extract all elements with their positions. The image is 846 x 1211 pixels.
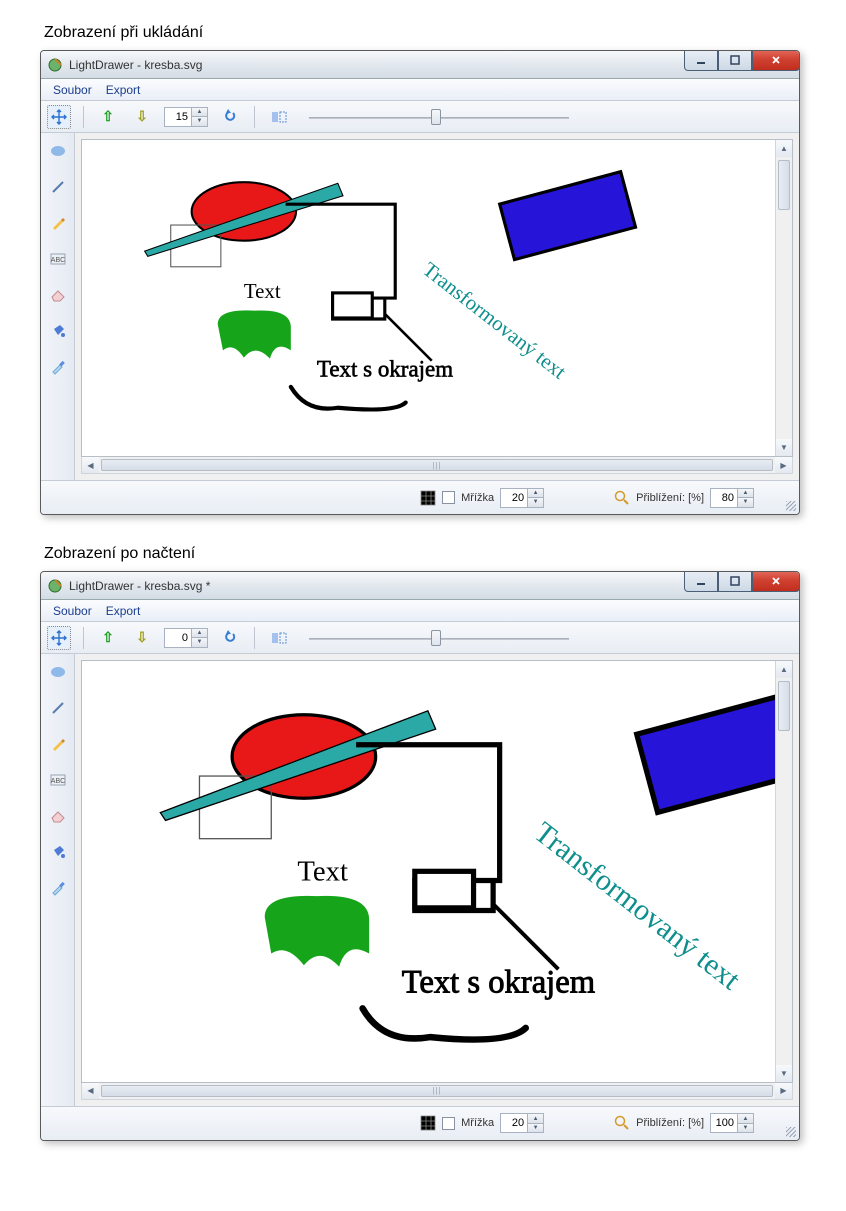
- move-icon[interactable]: [47, 626, 71, 650]
- window-saving: LightDrawer - kresba.svg Soubor Export ⇧…: [40, 50, 800, 515]
- vertical-scrollbar[interactable]: ▲▼: [775, 661, 792, 1082]
- spinner-down[interactable]: ▼: [192, 638, 207, 647]
- layer-spinner[interactable]: ▲▼: [164, 107, 208, 127]
- pencil-icon[interactable]: [46, 732, 70, 756]
- canvas[interactable]: Text Text s okrajem Transformovaný text …: [81, 660, 793, 1083]
- layer-spinner-input[interactable]: [165, 629, 191, 647]
- spinner-up[interactable]: ▲: [192, 108, 207, 118]
- magnifier-icon: [614, 490, 630, 506]
- move-icon[interactable]: [47, 105, 71, 129]
- flip-icon[interactable]: [267, 105, 291, 129]
- vertical-scrollbar[interactable]: ▲▼: [775, 140, 792, 456]
- window-title: LightDrawer - kresba.svg: [69, 58, 202, 72]
- menubar: Soubor Export: [41, 79, 799, 101]
- spinner-up[interactable]: ▲: [192, 629, 207, 639]
- maximize-button[interactable]: [718, 50, 752, 71]
- undo-icon[interactable]: [218, 105, 242, 129]
- bucket-icon[interactable]: [46, 319, 70, 343]
- resize-grip[interactable]: [783, 498, 797, 512]
- line-icon[interactable]: [46, 696, 70, 720]
- bucket-icon[interactable]: [46, 840, 70, 864]
- undo-icon[interactable]: [218, 626, 242, 650]
- canvas-text-border: Text s okrajem: [317, 356, 453, 381]
- window-title: LightDrawer - kresba.svg *: [69, 579, 210, 593]
- blob-icon[interactable]: [46, 139, 70, 163]
- flip-icon[interactable]: [267, 626, 291, 650]
- grid-label: Mřížka: [461, 492, 494, 504]
- menu-file[interactable]: Soubor: [47, 81, 98, 99]
- spinner-down[interactable]: ▼: [192, 117, 207, 126]
- blob-icon[interactable]: [46, 660, 70, 684]
- menu-file[interactable]: Soubor: [47, 602, 98, 620]
- minimize-button[interactable]: [684, 571, 718, 592]
- eraser-icon[interactable]: [46, 283, 70, 307]
- pencil-icon[interactable]: [46, 211, 70, 235]
- canvas[interactable]: Text Text s okrajem Transformovaný text …: [81, 139, 793, 457]
- app-icon: [47, 578, 63, 594]
- arrow-up-icon[interactable]: ⇧: [96, 105, 120, 129]
- dropper-icon[interactable]: [46, 355, 70, 379]
- eraser-icon[interactable]: [46, 804, 70, 828]
- grid-spinner[interactable]: ▲▼: [500, 488, 544, 508]
- menubar: Soubor Export: [41, 600, 799, 622]
- toolbar: ⇧ ⇩ ▲▼: [41, 622, 799, 654]
- close-button[interactable]: [752, 50, 800, 71]
- horizontal-scrollbar[interactable]: ◀|||▶: [81, 1083, 793, 1100]
- tool-sidebar: ABC: [41, 654, 75, 1106]
- close-button[interactable]: [752, 571, 800, 592]
- resize-grip[interactable]: [783, 1124, 797, 1138]
- magnifier-icon: [614, 1115, 630, 1131]
- canvas-text-border: Text s okrajem: [402, 965, 595, 1001]
- canvas-text-plain: Text: [244, 279, 281, 303]
- grid-checkbox[interactable]: [442, 1117, 455, 1130]
- tool-sidebar: ABC: [41, 133, 75, 480]
- caption-saving: Zobrazení při ukládání: [44, 24, 826, 42]
- app-icon: [47, 57, 63, 73]
- layer-spinner-input[interactable]: [165, 108, 191, 126]
- text-tool-icon[interactable]: ABC: [46, 768, 70, 792]
- layer-spinner[interactable]: ▲▼: [164, 628, 208, 648]
- menu-export[interactable]: Export: [100, 602, 147, 620]
- horizontal-scrollbar[interactable]: ◀|||▶: [81, 457, 793, 474]
- grid-checkbox[interactable]: [442, 491, 455, 504]
- maximize-button[interactable]: [718, 571, 752, 592]
- zoom-label: Přiblížení: [%]: [636, 1117, 704, 1129]
- menu-export[interactable]: Export: [100, 81, 147, 99]
- grid-icon: [420, 1115, 436, 1131]
- statusbar: Mřížka ▲▼ Přiblížení: [%] ▲▼: [41, 480, 799, 514]
- grid-spinner[interactable]: ▲▼: [500, 1113, 544, 1133]
- window-loaded: LightDrawer - kresba.svg * Soubor Export…: [40, 571, 800, 1141]
- titlebar[interactable]: LightDrawer - kresba.svg *: [41, 572, 799, 600]
- dropper-icon[interactable]: [46, 876, 70, 900]
- minimize-button[interactable]: [684, 50, 718, 71]
- toolbar-slider[interactable]: [309, 628, 569, 648]
- arrow-down-icon[interactable]: ⇩: [130, 626, 154, 650]
- zoom-label: Přiblížení: [%]: [636, 492, 704, 504]
- line-icon[interactable]: [46, 175, 70, 199]
- arrow-down-icon[interactable]: ⇩: [130, 105, 154, 129]
- zoom-spinner[interactable]: ▲▼: [710, 1113, 754, 1133]
- toolbar: ⇧ ⇩ ▲▼: [41, 101, 799, 133]
- svg-text:ABC: ABC: [50, 778, 64, 785]
- arrow-up-icon[interactable]: ⇧: [96, 626, 120, 650]
- canvas-text-plain: Text: [297, 856, 348, 888]
- zoom-spinner[interactable]: ▲▼: [710, 488, 754, 508]
- grid-label: Mřížka: [461, 1117, 494, 1129]
- titlebar[interactable]: LightDrawer - kresba.svg: [41, 51, 799, 79]
- toolbar-slider[interactable]: [309, 107, 569, 127]
- caption-loaded: Zobrazení po načtení: [44, 545, 826, 563]
- grid-icon: [420, 490, 436, 506]
- text-tool-icon[interactable]: ABC: [46, 247, 70, 271]
- svg-text:ABC: ABC: [50, 257, 64, 264]
- statusbar: Mřížka ▲▼ Přiblížení: [%] ▲▼: [41, 1106, 799, 1140]
